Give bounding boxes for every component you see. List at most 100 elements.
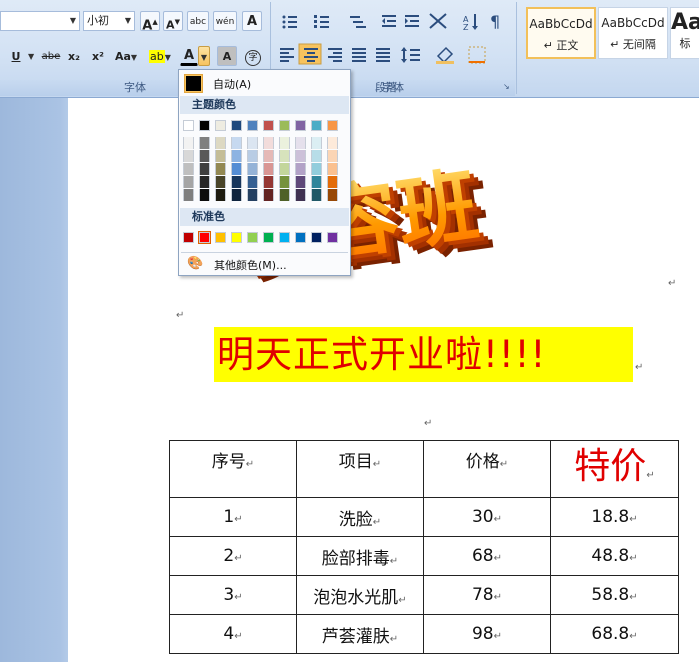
standard-color-swatch[interactable] [231,232,242,243]
strikethrough-button[interactable]: abe [40,46,62,66]
style-heading[interactable]: Aa 标 [670,7,699,59]
theme-tint-swatch[interactable] [263,189,274,201]
table-cell[interactable]: 2↵ [169,536,297,576]
table-cell[interactable]: 68↵ [423,536,551,576]
price-table[interactable]: 序号↵ 项目↵ 价格↵ 特价↵ 1↵ 洗脸↵ 30↵ 18.8↵ 2↵ 脸部排毒… [169,440,679,654]
font-color-dropdown[interactable]: ▼ [198,46,210,66]
more-colors-item[interactable]: 🎨 其他颜色(M)... [181,252,348,275]
theme-tint-swatch[interactable] [231,163,242,175]
table-cell[interactable]: 48.8↵ [550,536,679,576]
theme-color-swatch[interactable] [231,120,242,131]
theme-tint-swatch[interactable] [311,189,322,201]
standard-color-swatch[interactable] [198,231,211,244]
table-cell[interactable]: 68.8↵ [550,614,679,654]
theme-tint-swatch[interactable] [295,176,306,188]
theme-tint-swatch[interactable] [311,150,322,162]
change-case-button[interactable]: Aa▼ [112,46,140,66]
table-cell[interactable]: 芦荟灌肤↵ [296,614,424,654]
theme-tint-swatch[interactable] [215,176,226,188]
theme-tint-swatch[interactable] [263,176,274,188]
theme-tint-swatch[interactable] [247,189,258,201]
theme-tint-swatch[interactable] [279,163,290,175]
theme-color-swatch[interactable] [327,120,338,131]
theme-tint-swatch[interactable] [231,150,242,162]
theme-tint-swatch[interactable] [327,150,338,162]
theme-tint-swatch[interactable] [295,137,306,149]
theme-tint-swatch[interactable] [183,189,194,201]
theme-tint-swatch[interactable] [327,176,338,188]
font-color-button[interactable]: A [180,46,198,66]
theme-tint-swatch[interactable] [295,163,306,175]
theme-tint-swatch[interactable] [247,137,258,149]
theme-tint-swatch[interactable] [247,176,258,188]
theme-color-swatch[interactable] [279,120,290,131]
theme-tint-swatch[interactable] [279,189,290,201]
style-no-spacing[interactable]: AaBbCcDd ↵ 无间隔 [598,7,668,59]
theme-tint-swatch[interactable] [247,163,258,175]
table-cell[interactable]: 98↵ [423,614,551,654]
shrink-font-button[interactable]: A▼ [163,11,183,32]
table-cell[interactable]: 泡泡水光肌↵ [296,575,424,615]
chevron-down-icon[interactable]: ▼ [28,52,34,61]
table-cell[interactable]: 洗脸↵ [296,497,424,537]
chevron-down-icon[interactable]: ▼ [70,16,76,25]
theme-tint-swatch[interactable] [311,176,322,188]
theme-tint-swatch[interactable] [199,163,210,175]
theme-tint-swatch[interactable] [231,189,242,201]
table-cell[interactable]: 脸部排毒↵ [296,536,424,576]
theme-tint-swatch[interactable] [279,137,290,149]
standard-color-swatch[interactable] [279,232,290,243]
theme-tint-swatch[interactable] [183,150,194,162]
theme-color-swatch[interactable] [247,120,258,131]
font-name-input[interactable]: ▼ [0,11,80,31]
theme-tint-swatch[interactable] [215,189,226,201]
theme-tint-swatch[interactable] [199,137,210,149]
banner-text[interactable]: 明天正式开业啦!!!! [214,327,633,382]
standard-color-swatch[interactable] [327,232,338,243]
table-cell[interactable]: 3↵ [169,575,297,615]
theme-tint-swatch[interactable] [295,189,306,201]
theme-tint-swatch[interactable] [247,150,258,162]
dialog-launcher-icon[interactable]: ↘ [503,82,510,91]
table-cell[interactable]: 1↵ [169,497,297,537]
theme-tint-swatch[interactable] [295,150,306,162]
table-cell[interactable]: 18.8↵ [550,497,679,537]
highlight-button[interactable]: ab▼ [145,46,175,66]
theme-tint-swatch[interactable] [311,137,322,149]
theme-tint-swatch[interactable] [231,137,242,149]
char-shading-button[interactable]: A [217,46,237,66]
theme-tint-swatch[interactable] [327,189,338,201]
theme-tint-swatch[interactable] [263,150,274,162]
theme-tint-swatch[interactable] [327,163,338,175]
clear-format-button[interactable]: abc [187,11,209,31]
theme-tint-swatch[interactable] [183,163,194,175]
theme-color-swatch[interactable] [199,120,210,131]
theme-tint-swatch[interactable] [199,150,210,162]
theme-tint-swatch[interactable] [311,163,322,175]
table-cell[interactable]: 58.8↵ [550,575,679,615]
theme-tint-swatch[interactable] [215,150,226,162]
table-header-cell[interactable]: 价格↵ [423,440,551,498]
standard-color-swatch[interactable] [183,232,194,243]
table-cell[interactable]: 78↵ [423,575,551,615]
table-cell[interactable]: 4↵ [169,614,297,654]
table-header-cell[interactable]: 项目↵ [296,440,424,498]
subscript-button[interactable]: x₂ [64,46,84,66]
theme-tint-swatch[interactable] [183,176,194,188]
theme-color-swatch[interactable] [263,120,274,131]
table-cell[interactable]: 30↵ [423,497,551,537]
theme-tint-swatch[interactable] [327,137,338,149]
theme-tint-swatch[interactable] [263,163,274,175]
standard-color-swatch[interactable] [295,232,306,243]
theme-tint-swatch[interactable] [279,150,290,162]
theme-tint-swatch[interactable] [183,137,194,149]
theme-color-swatch[interactable] [215,120,226,131]
grow-font-button[interactable]: A▲ [140,11,160,33]
standard-color-swatch[interactable] [215,232,226,243]
style-normal[interactable]: AaBbCcDd ↵ 正文 [526,7,596,59]
auto-color-item[interactable]: 自动(A) [181,72,348,94]
theme-color-swatch[interactable] [183,120,194,131]
enclose-char-button[interactable]: 字 [243,46,263,66]
phonetic-guide-button[interactable]: wén [213,11,237,31]
standard-color-swatch[interactable] [247,232,258,243]
